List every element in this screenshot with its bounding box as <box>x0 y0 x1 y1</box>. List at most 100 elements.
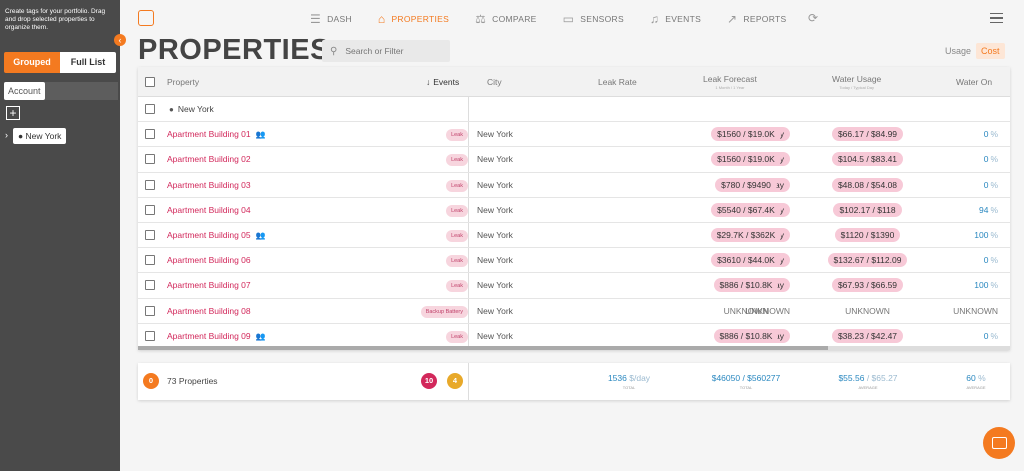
tab-full-list[interactable]: Full List <box>60 52 116 73</box>
row-checkbox[interactable] <box>145 154 155 165</box>
event-badge[interactable]: Leak <box>446 255 468 268</box>
leak-forecast-pill: $5540 / $67.4K <box>711 202 781 217</box>
water-on-unit: % <box>990 330 998 341</box>
water-usage-cell: $67.93 / $66.59 <box>819 273 916 298</box>
event-badge[interactable]: Backup Battery <box>420 305 468 318</box>
select-all-checkbox[interactable] <box>145 77 155 87</box>
search-input[interactable] <box>345 46 441 56</box>
row-checkbox[interactable] <box>145 255 155 266</box>
property-name[interactable]: Apartment Building 03 <box>167 173 251 198</box>
horizontal-scrollbar[interactable] <box>138 346 1010 350</box>
event-badge[interactable]: Leak <box>446 204 468 217</box>
red-events-badge[interactable]: 10 <box>421 373 437 389</box>
hamburger-menu-icon[interactable] <box>990 13 1003 23</box>
table-row[interactable]: Apartment Building 06LeakNew York120.50 … <box>138 248 1010 274</box>
nav-compare[interactable]: ⚖ COMPARE <box>475 10 537 28</box>
event-badge[interactable]: Leak <box>446 229 468 242</box>
nav-properties[interactable]: ⌂ PROPERTIES <box>378 10 449 28</box>
sidebar-collapse-button[interactable]: ‹ <box>114 34 126 46</box>
sidebar-tag-new-york[interactable]: ● New York <box>13 128 67 144</box>
table-row[interactable]: Apartment Building 02LeakNew York51.99 $… <box>138 147 1010 173</box>
water-usage-cell: $1120 / $1390 <box>819 223 916 248</box>
leak-forecast-cell: $1560 / $19.0K <box>706 122 786 147</box>
nav-sensors[interactable]: ▭ SENSORS <box>563 10 624 28</box>
property-name[interactable]: Apartment Building 06 <box>167 248 251 273</box>
reports-icon: ↗ <box>727 12 738 26</box>
event-badge[interactable]: Leak <box>446 154 468 167</box>
usage-button[interactable]: Usage <box>940 43 976 59</box>
table-row[interactable]: Apartment Building 01👥LeakNew York51.99 … <box>138 122 1010 148</box>
city-cell: New York <box>477 280 513 291</box>
water-usage-pill: $66.17 / $84.99 <box>831 127 904 142</box>
scrollbar-thumb[interactable] <box>138 346 828 350</box>
city-cell: New York <box>477 255 513 266</box>
header-events[interactable]: ↓ Events <box>426 67 459 97</box>
average-water-usage: $55.56 / $65.27 AVERAGE <box>818 373 918 390</box>
header-city[interactable]: City <box>487 67 502 97</box>
property-name[interactable]: Apartment Building 08 <box>167 299 251 324</box>
table-row[interactable]: Apartment Building 05👥LeakNew York991 $/… <box>138 223 1010 249</box>
page-title: PROPERTIES <box>138 34 330 66</box>
property-name[interactable]: Apartment Building 02 <box>167 147 251 172</box>
table-body: Apartment Building 01👥LeakNew York51.99 … <box>138 122 1010 349</box>
chevron-right-icon[interactable]: › <box>5 130 8 140</box>
table-row[interactable]: Apartment Building 08 Backup Battery New Y… <box>138 299 1010 324</box>
city-cell: New York <box>477 129 513 140</box>
row-checkbox[interactable] <box>145 330 155 341</box>
logo-icon[interactable] <box>138 10 154 26</box>
water-on-value: 0 <box>983 129 989 140</box>
row-checkbox[interactable] <box>145 179 155 190</box>
account-chip[interactable]: Account <box>4 82 45 100</box>
water-on-value: 100 <box>974 229 989 240</box>
event-badge[interactable]: Leak <box>446 330 468 343</box>
nav-events[interactable]: ♫ EVENTS <box>650 10 701 28</box>
row-checkbox[interactable] <box>145 280 155 291</box>
cost-button[interactable]: Cost <box>976 43 1005 59</box>
table-row[interactable]: Apartment Building 04LeakNew York184.71 … <box>138 198 1010 223</box>
refresh-icon[interactable]: ⟳ <box>808 11 818 25</box>
table-row[interactable]: Apartment Building 07LeakNew York29.54 $… <box>138 273 1010 299</box>
water-on-cell: 0% <box>948 122 998 147</box>
event-badge[interactable]: Leak <box>446 280 468 293</box>
row-checkbox[interactable] <box>145 229 155 240</box>
property-name[interactable]: Apartment Building 05 👥 <box>167 223 266 248</box>
event-badge[interactable]: Leak <box>446 129 468 142</box>
header-leak-forecast[interactable]: Leak Forecast 1 Month / 1 Year <box>703 67 757 97</box>
property-name[interactable]: Apartment Building 09 👥 <box>167 324 266 349</box>
property-name[interactable]: Apartment Building 01 👥 <box>167 122 266 147</box>
header-water-usage-label: Water Usage <box>832 74 882 84</box>
leak-forecast-cell: $886 / $10.8K <box>706 324 786 349</box>
chat-button[interactable] <box>983 427 1015 459</box>
leak-forecast-cell: $780 / $9490 <box>706 173 786 198</box>
yellow-events-badge[interactable]: 4 <box>447 373 463 389</box>
view-toggle: Grouped Full List <box>4 52 116 73</box>
header-water-on[interactable]: Water On <box>956 67 992 97</box>
group-label: ● New York <box>169 97 214 122</box>
header-leak-rate[interactable]: Leak Rate <box>598 67 637 97</box>
property-name-text: Apartment Building 09 <box>167 330 251 341</box>
row-checkbox[interactable] <box>145 305 155 316</box>
water-on-value: 94 <box>978 204 989 215</box>
nav-dash[interactable]: ☰ DASH <box>310 10 352 28</box>
event-badge[interactable]: Leak <box>446 179 468 192</box>
row-checkbox[interactable] <box>145 204 155 215</box>
water-on-unit: % <box>990 204 998 215</box>
tab-grouped[interactable]: Grouped <box>4 52 60 73</box>
group-checkbox[interactable] <box>145 104 155 114</box>
header-water-usage[interactable]: Water Usage Today / Typical Day <box>832 67 881 97</box>
table-row[interactable]: Apartment Building 03LeakNew York26.00 $… <box>138 173 1010 198</box>
leak-forecast-cell: $5540 / $67.4K <box>706 198 786 223</box>
property-name[interactable]: Apartment Building 07 <box>167 273 251 298</box>
header-property[interactable]: Property <box>167 67 199 97</box>
nav-reports[interactable]: ↗ REPORTS <box>727 10 786 28</box>
tag-icon: ● <box>18 131 26 141</box>
water-usage-pill: $48.08 / $54.08 <box>831 177 904 192</box>
row-checkbox[interactable] <box>145 129 155 140</box>
leak-forecast-pill: $780 / $9490 <box>715 177 777 192</box>
zero-count-badge[interactable]: 0 <box>143 373 159 389</box>
group-row-new-york[interactable]: ● New York <box>138 97 1010 123</box>
add-tag-button[interactable]: + <box>6 106 20 120</box>
search-icon: ⚲ <box>330 45 338 57</box>
water-usage-pill: $38.23 / $42.47 <box>831 328 904 343</box>
property-name[interactable]: Apartment Building 04 <box>167 198 251 223</box>
